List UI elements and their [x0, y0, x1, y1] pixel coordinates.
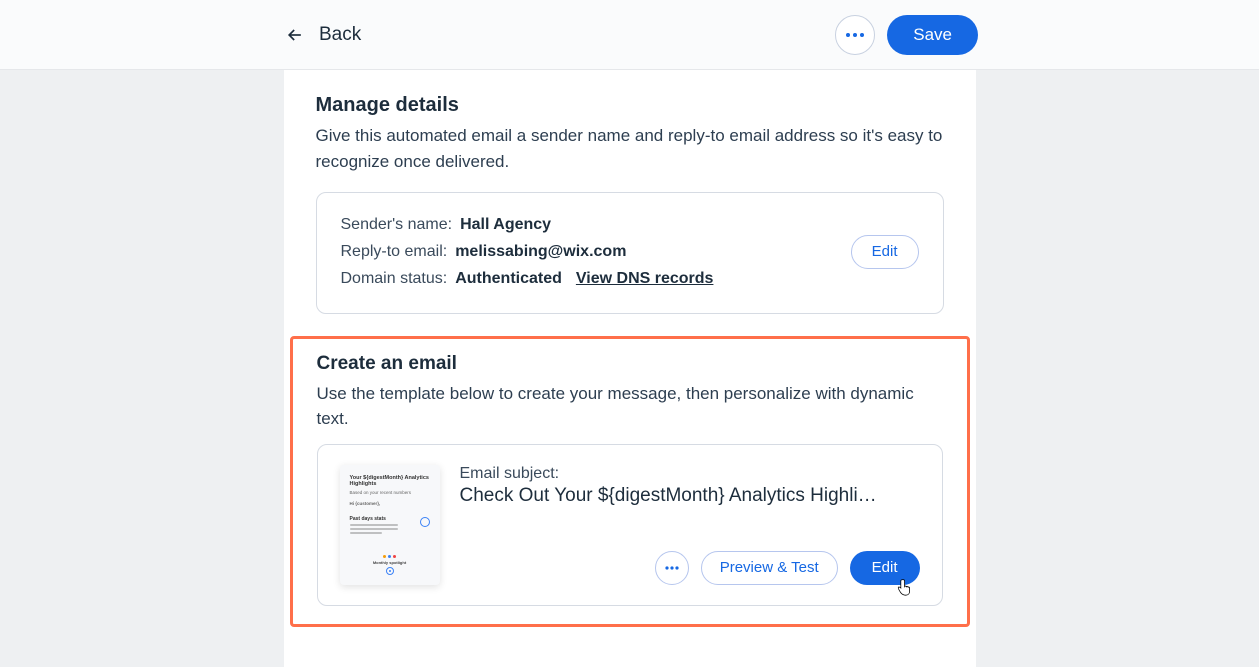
edit-details-button[interactable]: Edit	[851, 235, 919, 269]
domain-value: Authenticated	[455, 265, 562, 292]
top-bar-right: Save	[835, 15, 978, 55]
main-card: Manage details Give this automated email…	[284, 70, 976, 667]
top-bar-left: Back	[285, 24, 361, 46]
ellipsis-icon	[846, 33, 864, 37]
email-box: Your ${digestMonth} Analytics Highlights…	[317, 444, 943, 606]
subject-value: Check Out Your ${digestMonth} Analytics …	[460, 485, 920, 507]
domain-row: Domain status: Authenticated View DNS re…	[341, 265, 714, 292]
manage-details-section: Manage details Give this automated email…	[284, 70, 976, 314]
thumb-line	[350, 528, 398, 530]
manage-desc: Give this automated email a sender name …	[316, 123, 944, 174]
back-label: Back	[319, 24, 361, 46]
reply-label: Reply-to email:	[341, 238, 448, 265]
sender-label: Sender's name:	[341, 211, 453, 238]
email-info: Email subject: Check Out Your ${digestMo…	[460, 465, 920, 585]
sender-value: Hall Agency	[460, 211, 551, 238]
email-thumbnail: Your ${digestMonth} Analytics Highlights…	[340, 465, 440, 585]
domain-label: Domain status:	[341, 265, 448, 292]
thumb-section: Past days stats	[350, 516, 430, 522]
cursor-pointer-icon	[896, 579, 912, 597]
thumb-greet: Hi {customer},	[350, 501, 430, 506]
thumb-line	[350, 532, 382, 534]
more-options-button[interactable]	[835, 15, 875, 55]
thumb-line	[350, 524, 398, 526]
back-button[interactable]: Back	[285, 24, 361, 46]
thumb-sub: Based on your recent numbers	[350, 490, 430, 495]
manage-title: Manage details	[316, 94, 944, 117]
thumb-badge-icon	[420, 517, 430, 527]
sender-row: Sender's name: Hall Agency	[341, 211, 714, 238]
arrow-left-icon	[285, 25, 305, 45]
reply-row: Reply-to email: melissabing@wix.com	[341, 238, 714, 265]
top-bar: Back Save	[0, 0, 1259, 70]
ellipsis-icon	[665, 566, 679, 570]
page-wrap: Manage details Give this automated email…	[0, 70, 1259, 667]
create-email-highlight: Create an email Use the template below t…	[290, 336, 970, 627]
details-box: Sender's name: Hall Agency Reply-to emai…	[316, 192, 944, 314]
save-button[interactable]: Save	[887, 15, 978, 55]
email-actions: Preview & Test Edit	[460, 551, 920, 585]
reply-value: melissabing@wix.com	[455, 238, 626, 265]
edit-email-button[interactable]: Edit	[850, 551, 920, 585]
email-more-button[interactable]	[655, 551, 689, 585]
preview-test-button[interactable]: Preview & Test	[701, 551, 838, 585]
details-lines: Sender's name: Hall Agency Reply-to emai…	[341, 211, 714, 293]
thumb-footer: Monthly spotlight	[350, 555, 430, 575]
thumb-title: Your ${digestMonth} Analytics Highlights	[350, 475, 430, 488]
create-title: Create an email	[317, 353, 943, 375]
create-desc: Use the template below to create your me…	[317, 381, 943, 432]
view-dns-link[interactable]: View DNS records	[576, 265, 714, 292]
subject-label: Email subject:	[460, 465, 920, 483]
